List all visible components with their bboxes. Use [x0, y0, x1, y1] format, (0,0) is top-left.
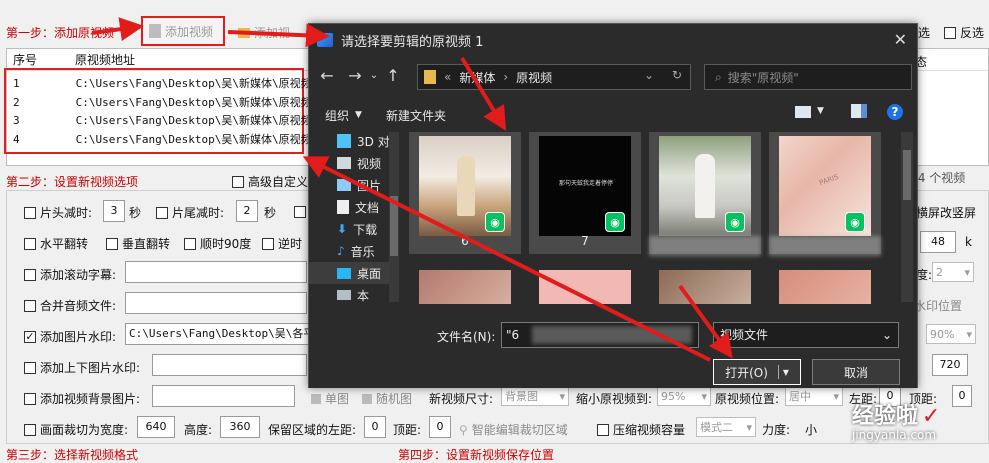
arrow-to-table [302, 156, 711, 362]
arrow-to-add-video [91, 17, 144, 42]
watermark-brand: 经验啦 [852, 404, 919, 429]
arrow-to-dialog [227, 23, 330, 48]
watermark-url: jingyanla.com [852, 428, 937, 442]
annotation-arrows [91, 17, 733, 362]
check-icon: ✓ [921, 404, 941, 429]
arrow-to-thumbnails [460, 56, 507, 131]
arrow-to-open [678, 284, 733, 359]
site-watermark: 经验啦 ✓ jingyanla.com [852, 398, 940, 442]
